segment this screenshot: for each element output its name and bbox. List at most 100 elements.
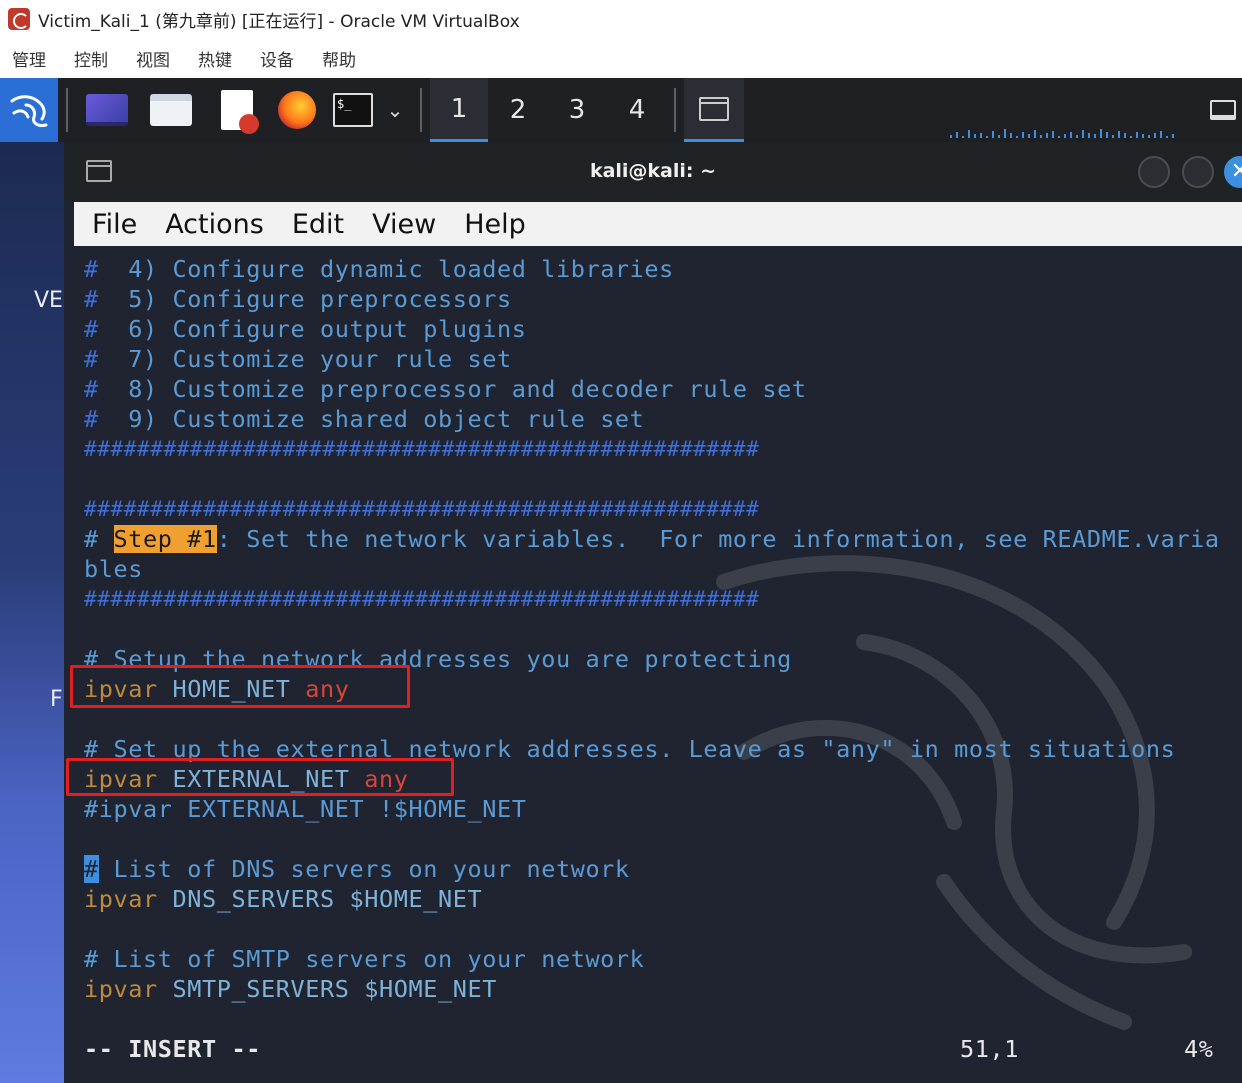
minimize-button[interactable] [1138, 156, 1170, 188]
annotation-box-home-net [70, 665, 410, 708]
code-line: # 9) Customize shared object rule set [84, 405, 645, 433]
kali-panel: $_ ⌄ 1 2 3 4 [0, 78, 1242, 142]
network-graph-bar [1154, 133, 1156, 138]
workspace-4[interactable]: 4 [608, 78, 666, 142]
menu-view[interactable]: 视图 [136, 46, 170, 71]
text-cursor: # [84, 855, 99, 883]
code-line: #ipvar EXTERNAL_NET !$HOME_NET [84, 795, 527, 823]
network-graph-bar [1070, 132, 1072, 138]
network-graph-bar [1040, 135, 1042, 138]
kali-dragon-icon [10, 95, 48, 127]
network-graph-bar [1166, 136, 1168, 138]
terminal-titlebar[interactable]: kali@kali: ~ ✕ [64, 142, 1242, 202]
menu-view[interactable]: View [372, 209, 436, 240]
network-graph-bar [992, 131, 994, 138]
menu-help[interactable]: Help [464, 209, 526, 240]
network-graph-bar [998, 135, 1000, 138]
code-line: # 8) Customize preprocessor and decoder … [84, 375, 807, 403]
maximize-button[interactable] [1182, 156, 1214, 188]
display-icon[interactable] [1206, 78, 1240, 142]
window-title: Victim_Kali_1 (第九章前) [正在运行] - Oracle VM … [38, 11, 520, 32]
taskbar-terminal-window[interactable] [684, 78, 744, 142]
cursor-position: 51,1 [960, 1035, 1019, 1063]
code-line: # List of DNS servers on your network [84, 855, 630, 883]
search-highlight: Step #1 [113, 525, 217, 553]
virtualbox-logo-icon [8, 8, 30, 30]
network-graph-bar [950, 135, 952, 138]
menu-devices[interactable]: 设备 [260, 46, 294, 71]
network-graph-bar [1100, 129, 1102, 138]
panel-separator [66, 88, 68, 132]
menu-control[interactable]: 控制 [74, 46, 108, 71]
network-graph-bar [1022, 132, 1024, 138]
separator-line: ########################################… [84, 437, 760, 461]
code-line: # 6) Configure output plugins [84, 315, 527, 343]
network-graph-bar [986, 136, 988, 138]
network-graph-bar [1052, 131, 1054, 138]
network-graph-bar [1046, 133, 1048, 138]
vbox-menubar: 管理 控制 视图 热键 设备 帮助 [0, 38, 1242, 78]
vim-mode-indicator: -- INSERT -- [84, 1035, 261, 1063]
network-graph-bar [1064, 134, 1066, 138]
network-graph-bar [1160, 131, 1162, 138]
menu-file[interactable]: File [92, 209, 137, 240]
code-line: # 5) Configure preprocessors [84, 285, 512, 313]
panel-separator [420, 88, 422, 132]
network-graph-bar [1058, 136, 1060, 138]
menu-edit[interactable]: Edit [292, 209, 344, 240]
menu-actions[interactable]: Actions [165, 209, 264, 240]
network-graph-bar [1124, 133, 1126, 138]
separator-line: ########################################… [84, 587, 760, 611]
network-graph-bar [1106, 132, 1108, 138]
network-graph-bar [974, 134, 976, 138]
code-line: ipvar SMTP_SERVERS $HOME_NET [84, 975, 497, 1003]
terminal-menubar: File Actions Edit View Help [74, 202, 1242, 246]
desktop-icon-label[interactable]: VE [34, 288, 63, 313]
network-graph-bar [1136, 132, 1138, 138]
panel-separator [674, 88, 676, 132]
annotation-box-external-net [66, 758, 454, 796]
code-line: # List of SMTP servers on your network [84, 945, 645, 973]
menu-hotkeys[interactable]: 热键 [198, 46, 232, 71]
file-manager-icon[interactable] [148, 78, 194, 142]
terminal-title: kali@kali: ~ [589, 160, 717, 182]
workspace-2[interactable]: 2 [490, 78, 546, 142]
network-graph-bar [1016, 136, 1018, 138]
network-graph-bar [956, 132, 958, 138]
network-graph-bar [1004, 129, 1006, 138]
network-graph-bar [1112, 135, 1114, 138]
network-graph-bar [1010, 133, 1012, 138]
network-graph-bar [980, 133, 982, 138]
network-graph-bar [1082, 130, 1084, 138]
network-graph [950, 126, 1190, 138]
desktop-icon-label[interactable]: F [50, 687, 63, 712]
firefox-icon[interactable] [274, 78, 320, 142]
network-graph-bar [1172, 134, 1174, 138]
separator-line: ########################################… [84, 497, 760, 521]
text-editor-icon[interactable] [214, 78, 260, 142]
network-graph-bar [968, 130, 970, 138]
code-line: # 4) Configure dynamic loaded libraries [84, 255, 674, 283]
file-percent: 4% [1184, 1035, 1214, 1063]
workspace-1[interactable]: 1 [430, 78, 488, 142]
menu-help[interactable]: 帮助 [322, 46, 356, 71]
workspace-3[interactable]: 3 [548, 78, 606, 142]
terminal-launcher-icon[interactable]: $_ [330, 78, 376, 142]
network-graph-bar [1130, 136, 1132, 138]
code-line: # Step #1: Set the network variables. Fo… [84, 525, 1220, 553]
vbox-titlebar: Victim_Kali_1 (第九章前) [正在运行] - Oracle VM … [0, 0, 1242, 38]
network-graph-bar [1034, 130, 1036, 138]
network-graph-bar [1142, 134, 1144, 138]
code-line: bles [84, 555, 143, 583]
network-graph-bar [962, 136, 964, 138]
terminal-window[interactable]: kali@kali: ~ ✕ File Actions Edit View He… [64, 142, 1242, 1083]
desktop-background: VE F [0, 142, 70, 1083]
code-line: ipvar DNS_SERVERS $HOME_NET [84, 885, 483, 913]
chevron-down-icon[interactable]: ⌄ [380, 78, 410, 142]
menu-manage[interactable]: 管理 [12, 46, 46, 71]
show-desktop-icon[interactable] [84, 78, 130, 142]
code-line: # 7) Customize your rule set [84, 345, 512, 373]
kali-menu-button[interactable] [0, 78, 58, 142]
close-button[interactable]: ✕ [1224, 156, 1242, 188]
network-graph-bar [1118, 131, 1120, 138]
